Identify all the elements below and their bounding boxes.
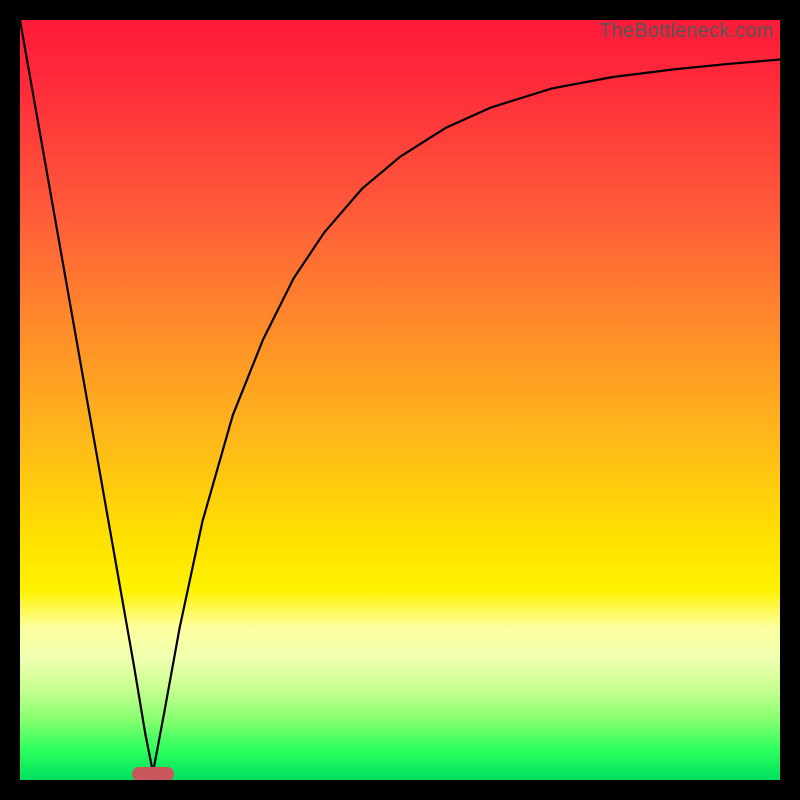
- optimal-range-marker: [132, 767, 174, 780]
- watermark-text: TheBottleneck.com: [599, 20, 774, 43]
- heat-gradient-background: [20, 20, 780, 780]
- plot-area: TheBottleneck.com: [20, 20, 780, 780]
- chart-frame: TheBottleneck.com: [0, 0, 800, 800]
